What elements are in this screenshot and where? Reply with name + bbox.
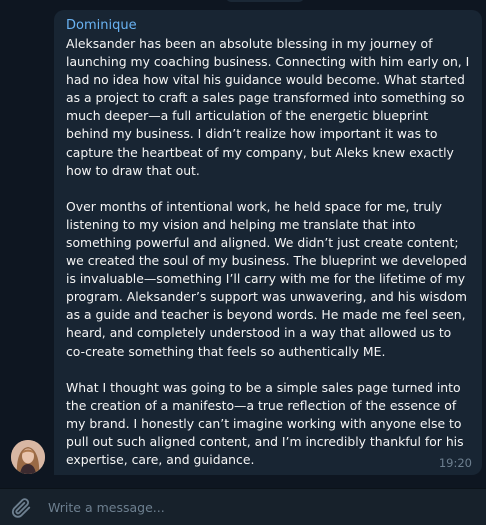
avatar-image [11, 440, 45, 474]
message-paragraph: Over months of intentional work, he held… [66, 198, 471, 359]
message-paragraph: Aleksander has been an absolute blessing… [66, 36, 474, 178]
message-paragraph: What I thought was going to be a simple … [66, 379, 468, 467]
message-timestamp: 19:20 [438, 456, 472, 470]
message-bubble[interactable]: Dominique Aleksander has been an absolut… [54, 10, 482, 475]
message-composer [0, 488, 486, 525]
message-input[interactable] [48, 496, 468, 518]
sender-name[interactable]: Dominique [66, 17, 470, 35]
paperclip-icon[interactable] [10, 497, 32, 519]
sender-avatar[interactable] [11, 440, 45, 474]
chat-area: Dominique Aleksander has been an absolut… [0, 0, 486, 487]
previous-message-edge [226, 0, 304, 2]
